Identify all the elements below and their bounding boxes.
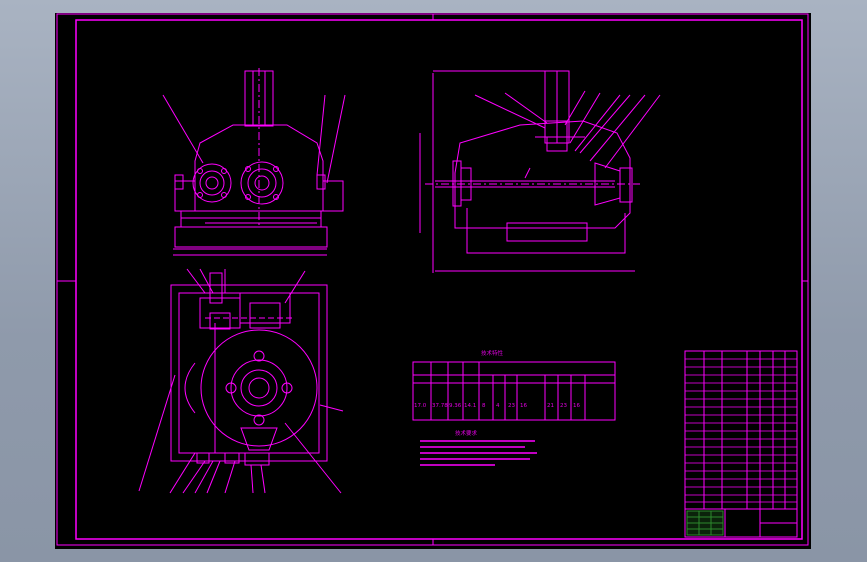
params-table-title: 技术特性	[481, 349, 504, 357]
params-value: 9.36	[449, 403, 462, 409]
params-value: 4	[496, 403, 500, 409]
params-value: 16	[520, 403, 527, 409]
front-view	[162, 68, 346, 256]
params-value: 23	[508, 403, 515, 409]
parts-list-rows	[685, 358, 797, 503]
title-block	[684, 508, 798, 538]
params-value: 16	[573, 403, 580, 409]
params-value: 23	[560, 403, 567, 409]
side-view	[419, 70, 661, 273]
cad-viewport[interactable]: 技术特性 17.0 37.78 9.36 14.1 8 4 23 16 21 23 16 技术要求	[55, 13, 811, 549]
params-value: 37.78	[432, 403, 448, 409]
params-table	[412, 361, 616, 421]
params-value: 21	[547, 403, 554, 409]
tech-requirements-title: 技术要求	[455, 429, 478, 437]
assembly-drawing: 技术特性 17.0 37.78 9.36 14.1 8 4 23 16 21 23 16 技术要求	[56, 13, 809, 546]
params-value: 17.0	[414, 403, 427, 409]
params-value: 14.1	[464, 403, 476, 409]
params-value: 8	[482, 403, 486, 409]
plan-view	[138, 268, 344, 494]
params-values: 17.0 37.78 9.36 14.1 8 4 23 16 21 23 16	[414, 403, 580, 409]
tech-requirements-lines	[420, 440, 537, 466]
